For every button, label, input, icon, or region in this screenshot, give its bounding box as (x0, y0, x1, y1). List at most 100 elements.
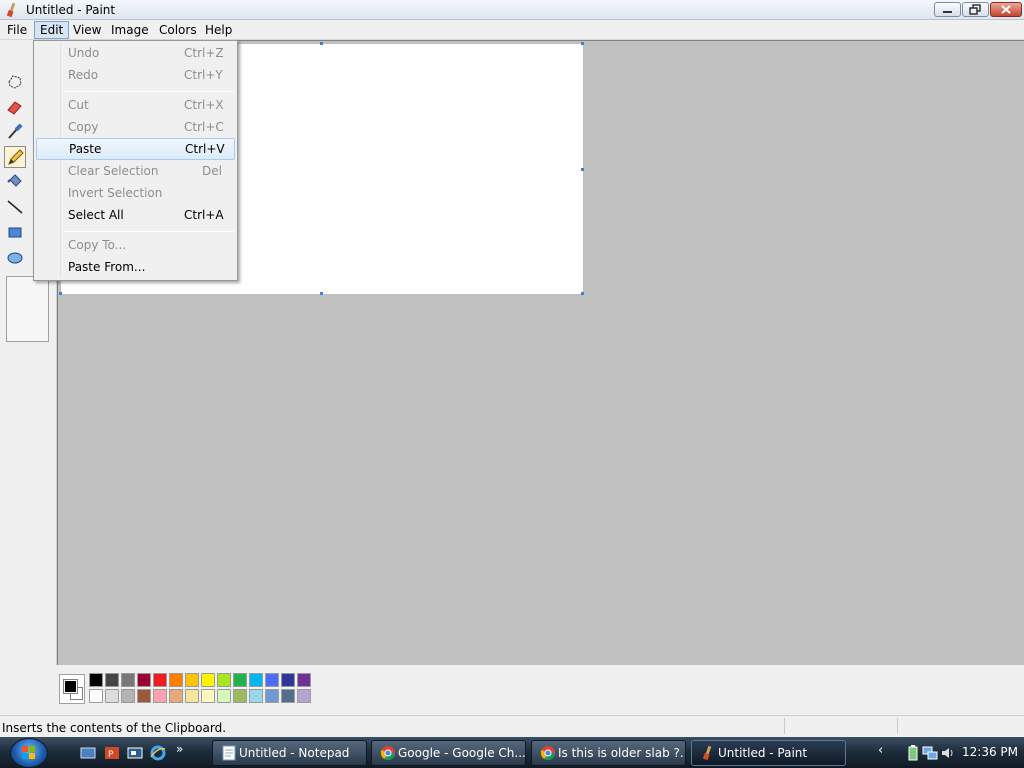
menu-item-redo[interactable]: Redo Ctrl+Y (36, 64, 235, 86)
presentation-icon[interactable]: P (104, 745, 120, 761)
menu-file[interactable]: File (2, 21, 32, 39)
menu-colors[interactable]: Colors (154, 21, 202, 39)
palette-swatch[interactable] (265, 673, 279, 687)
menu-item-label: Paste (69, 142, 102, 156)
paint-icon (702, 745, 712, 761)
palette-swatch[interactable] (105, 689, 119, 703)
menu-edit[interactable]: Edit (34, 21, 70, 39)
menu-item-invert-selection[interactable]: Invert Selection (36, 182, 235, 204)
taskbar-button-notepad[interactable]: Untitled - Notepad (212, 740, 367, 766)
paint-app-icon[interactable] (4, 2, 20, 18)
show-desktop-icon[interactable] (80, 745, 96, 761)
palette-swatch[interactable] (233, 673, 247, 687)
pick-color-tool[interactable] (4, 120, 26, 142)
volume-icon[interactable] (940, 745, 956, 761)
status-separator (897, 718, 898, 734)
notepad-icon (222, 745, 236, 761)
palette-swatch[interactable] (185, 673, 199, 687)
foreground-color-swatch[interactable] (63, 679, 78, 694)
taskbar-button-chrome-slab[interactable]: Is this is older slab ?... (531, 740, 686, 766)
menu-image[interactable]: Image (106, 21, 154, 39)
pencil-tool[interactable] (4, 146, 26, 168)
close-button[interactable] (990, 2, 1022, 17)
palette-swatch[interactable] (105, 673, 119, 687)
menu-item-paste-from[interactable]: Paste From... (36, 256, 235, 278)
rectangle-icon (8, 227, 22, 238)
palette-swatch[interactable] (185, 689, 199, 703)
show-hidden-icons-chevron-icon[interactable]: ‹ (878, 743, 883, 758)
title-bar[interactable]: Untitled - Paint (0, 0, 1024, 20)
palette-swatch[interactable] (249, 673, 263, 687)
menu-help[interactable]: Help (200, 21, 237, 39)
tool-options-box[interactable] (6, 276, 49, 342)
free-form-select-tool[interactable] (4, 71, 26, 93)
status-bar: Inserts the contents of the Clipboard. (0, 715, 1024, 737)
menu-item-undo[interactable]: Undo Ctrl+Z (36, 42, 235, 64)
palette-swatch[interactable] (169, 673, 183, 687)
menu-item-select-all[interactable]: Select All Ctrl+A (36, 204, 235, 226)
resize-handle[interactable] (320, 292, 323, 295)
status-separator (784, 718, 785, 734)
line-tool[interactable] (4, 196, 26, 218)
palette-swatch[interactable] (89, 673, 103, 687)
close-icon (1001, 5, 1011, 14)
resize-handle[interactable] (59, 292, 62, 295)
palette-swatch[interactable] (297, 673, 311, 687)
menu-item-paste[interactable]: Paste Ctrl+V (36, 138, 235, 160)
current-colors[interactable] (59, 674, 85, 704)
quick-launch-overflow-icon[interactable]: » (176, 742, 183, 756)
palette-swatch[interactable] (153, 673, 167, 687)
menu-item-shortcut: Ctrl+Z (184, 46, 224, 60)
rectangle-tool[interactable] (4, 221, 26, 243)
palette-swatch[interactable] (201, 673, 215, 687)
palette-swatch[interactable] (265, 689, 279, 703)
palette-swatch[interactable] (89, 689, 103, 703)
menu-bar: File Edit View Image Colors Help (0, 20, 1024, 40)
menu-item-copy-to[interactable]: Copy To... (36, 234, 235, 256)
fill-tool[interactable] (4, 170, 26, 192)
menu-item-cut[interactable]: Cut Ctrl+X (36, 94, 235, 116)
resize-handle[interactable] (320, 42, 323, 45)
palette-swatch[interactable] (137, 689, 151, 703)
menu-view[interactable]: View (68, 21, 106, 39)
palette-swatch[interactable] (121, 689, 135, 703)
menu-item-copy[interactable]: Copy Ctrl+C (36, 116, 235, 138)
palette-swatch[interactable] (249, 689, 263, 703)
palette-swatch[interactable] (217, 689, 231, 703)
battery-icon[interactable] (906, 745, 920, 761)
palette-swatch[interactable] (233, 689, 247, 703)
switch-windows-icon[interactable] (127, 745, 143, 761)
palette-swatch[interactable] (169, 689, 183, 703)
minimize-button[interactable] (934, 2, 961, 17)
palette-swatch[interactable] (217, 673, 231, 687)
chrome-icon (540, 746, 555, 760)
taskbar-button-chrome-google[interactable]: Google - Google Ch... (371, 740, 526, 766)
palette-swatch[interactable] (153, 689, 167, 703)
resize-handle[interactable] (581, 42, 584, 45)
palette-swatch[interactable] (201, 689, 215, 703)
clock[interactable]: 12:36 PM (962, 745, 1018, 759)
network-icon[interactable] (922, 745, 938, 761)
palette-swatch[interactable] (297, 689, 311, 703)
color-palette (0, 665, 1024, 715)
taskbar-button-paint[interactable]: Untitled - Paint (691, 740, 846, 766)
palette-swatch[interactable] (281, 673, 295, 687)
internet-explorer-icon[interactable] (150, 745, 166, 761)
palette-swatch[interactable] (121, 673, 135, 687)
restore-button[interactable] (962, 2, 989, 17)
start-button[interactable] (10, 738, 48, 768)
palette-swatch[interactable] (281, 689, 295, 703)
pencil-icon (8, 149, 24, 165)
taskbar-button-label: Untitled - Paint (718, 746, 808, 760)
menu-item-clear-selection[interactable]: Clear Selection Del (36, 160, 235, 182)
resize-handle[interactable] (581, 292, 584, 295)
menu-item-label: Redo (68, 68, 99, 82)
ellipse-tool[interactable] (4, 246, 26, 268)
svg-text:P: P (108, 750, 114, 760)
eraser-tool[interactable] (4, 96, 26, 118)
resize-handle[interactable] (581, 168, 584, 171)
menu-item-shortcut: Ctrl+C (184, 120, 224, 134)
palette-swatch[interactable] (137, 673, 151, 687)
menu-item-label: Invert Selection (68, 186, 163, 200)
eraser-icon (7, 101, 22, 115)
